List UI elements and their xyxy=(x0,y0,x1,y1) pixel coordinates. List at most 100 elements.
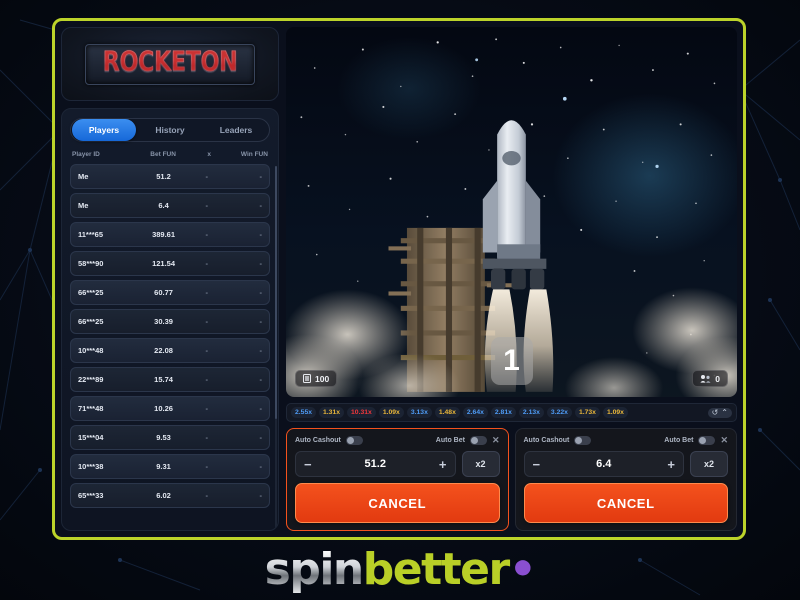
column-win: Win FUN xyxy=(240,151,268,158)
row-player-id: 22***89 xyxy=(78,375,104,384)
countdown-multiplier: 1 xyxy=(490,337,533,385)
auto-bet-label-1: Auto Bet xyxy=(435,437,465,444)
row-player-id: 10***38 xyxy=(78,462,104,471)
multiplier-history-bar: 2.55x 1.31x 10.31x 1.09x 3.13x 1.48x 2.64x 2.81… xyxy=(286,403,737,422)
game-column: 1 100 0 2.55x 1.31x 10.31x 1.09x 3.13x 1… xyxy=(286,27,737,531)
row-multiplier: - xyxy=(205,375,209,384)
tab-players[interactable]: Players xyxy=(72,119,136,141)
row-win: - xyxy=(259,433,262,442)
decrease-bet-button-1[interactable]: − xyxy=(304,458,312,471)
close-panel-button-2[interactable]: ✕ xyxy=(720,436,728,445)
multiplier-chip[interactable]: 2.55x xyxy=(291,407,317,418)
players-list[interactable]: Me 51.2 - - Me 6.4 - - 11***65 389.61 - - 58***90 121… xyxy=(62,164,278,530)
row-multiplier: - xyxy=(205,172,209,181)
bet-amount-stepper-1[interactable]: − 51.2 + xyxy=(295,451,456,477)
table-row[interactable]: 22***89 15.74 - - xyxy=(70,367,270,392)
row-bet: 22.08 xyxy=(154,346,173,355)
table-row[interactable]: Me 6.4 - - xyxy=(70,193,270,218)
increase-bet-button-1[interactable]: + xyxy=(439,458,447,471)
row-player-id: Me xyxy=(78,201,89,210)
table-row[interactable]: 15***04 9.53 - - xyxy=(70,425,270,450)
table-row[interactable]: 66***25 60.77 - - xyxy=(70,280,270,305)
history-actions[interactable]: ↺ ⌃ xyxy=(707,407,732,418)
brand-better-text: better xyxy=(362,544,510,595)
bet-panels: Auto Cashout Auto Bet ✕ − 51.2 + x2 CANC… xyxy=(286,428,737,531)
multiplier-chip[interactable]: 3.22x xyxy=(546,407,572,418)
players-count-value: 0 xyxy=(715,373,720,384)
multiplier-chip[interactable]: 1.73x xyxy=(574,407,600,418)
table-row[interactable]: 71***48 10.26 - - xyxy=(70,396,270,421)
panel-tabs: Players History Leaders xyxy=(70,118,270,142)
auto-cashout-label-2: Auto Cashout xyxy=(523,437,570,444)
bet-amount-value-1[interactable]: 51.2 xyxy=(312,458,439,470)
auto-cashout-toggle-1[interactable] xyxy=(345,436,363,445)
multiplier-chip[interactable]: 2.64x xyxy=(462,407,488,418)
logo-plate: ROCKETON xyxy=(85,43,255,85)
row-player-id: 58***90 xyxy=(78,259,104,268)
chevron-up-icon[interactable]: ⌃ xyxy=(721,408,728,417)
row-win: - xyxy=(259,491,262,500)
multiplier-chip[interactable]: 1.48x xyxy=(434,407,460,418)
table-row[interactable]: 58***90 121.54 - - xyxy=(70,251,270,276)
auto-cashout-toggle-2[interactable] xyxy=(574,436,592,445)
history-clock-icon[interactable]: ↺ xyxy=(712,408,719,417)
multiplier-chip[interactable]: 1.09x xyxy=(602,407,628,418)
row-win: - xyxy=(259,317,262,326)
row-win: - xyxy=(259,462,262,471)
multiplier-chip[interactable]: 1.31x xyxy=(319,407,345,418)
bet-panel-2-options: Auto Cashout Auto Bet ✕ xyxy=(523,436,728,445)
double-bet-button-2[interactable]: x2 xyxy=(690,451,728,477)
players-count-badge[interactable]: 0 xyxy=(692,370,728,387)
multiplier-chip[interactable]: 10.31x xyxy=(347,407,376,418)
multiplier-chip[interactable]: 3.13x xyxy=(406,407,432,418)
tab-history[interactable]: History xyxy=(138,119,202,141)
row-player-id: 11***65 xyxy=(78,230,104,239)
wallet-icon xyxy=(303,374,311,383)
table-row[interactable]: 10***38 9.31 - - xyxy=(70,454,270,479)
table-row[interactable]: 66***25 30.39 - - xyxy=(70,309,270,334)
row-multiplier: - xyxy=(205,288,209,297)
table-row[interactable]: 10***48 22.08 - - xyxy=(70,338,270,363)
multiplier-chip[interactable]: 2.13x xyxy=(518,407,544,418)
row-win: - xyxy=(259,404,262,413)
logo-card: ROCKETON xyxy=(61,27,279,101)
row-multiplier: - xyxy=(205,462,209,471)
row-win: - xyxy=(259,259,262,268)
row-win: - xyxy=(259,172,262,181)
table-row[interactable]: 65***33 6.02 - - xyxy=(70,483,270,508)
table-row[interactable]: 11***65 389.61 - - xyxy=(70,222,270,247)
multiplier-chip[interactable]: 1.09x xyxy=(378,407,404,418)
auto-bet-toggle-1[interactable] xyxy=(469,436,487,445)
double-bet-button-1[interactable]: x2 xyxy=(461,451,500,477)
row-bet: 9.31 xyxy=(156,462,171,471)
decrease-bet-button-2[interactable]: − xyxy=(533,458,541,471)
game-stage[interactable]: 1 100 0 xyxy=(286,27,737,397)
game-frame: ROCKETON Players History Leaders Player … xyxy=(52,18,746,540)
row-bet: 30.39 xyxy=(154,317,173,326)
bet-amount-value-2[interactable]: 6.4 xyxy=(540,458,667,470)
scrollbar-thumb[interactable] xyxy=(275,166,277,420)
balance-badge[interactable]: 100 xyxy=(295,370,338,387)
row-win: - xyxy=(259,346,262,355)
cancel-bet-button-2[interactable]: CANCEL xyxy=(523,483,728,523)
row-multiplier: - xyxy=(205,230,209,239)
row-player-id: 10***48 xyxy=(78,346,104,355)
bet-amount-stepper-2[interactable]: − 6.4 + xyxy=(523,451,684,477)
tab-leaders[interactable]: Leaders xyxy=(204,119,268,141)
multiplier-chip[interactable]: 2.81x xyxy=(490,407,516,418)
row-bet: 51.2 xyxy=(156,172,171,181)
bet-panel-1-options: Auto Cashout Auto Bet ✕ xyxy=(295,436,500,445)
row-multiplier: - xyxy=(205,346,209,355)
bet-amount-row-1: − 51.2 + x2 xyxy=(295,451,500,477)
list-scrollbar[interactable] xyxy=(275,166,277,528)
close-panel-button-1[interactable]: ✕ xyxy=(492,436,500,445)
players-icon xyxy=(700,375,711,383)
players-panel: Players History Leaders Player ID Bet FU… xyxy=(61,108,279,531)
table-row[interactable]: Me 51.2 - - xyxy=(70,164,270,189)
row-bet: 121.54 xyxy=(152,259,176,268)
cancel-bet-button-1[interactable]: CANCEL xyxy=(295,483,500,523)
auto-bet-toggle-2[interactable] xyxy=(698,436,716,445)
increase-bet-button-2[interactable]: + xyxy=(667,458,675,471)
row-bet: 10.26 xyxy=(154,404,173,413)
row-player-id: 15***04 xyxy=(78,433,104,442)
